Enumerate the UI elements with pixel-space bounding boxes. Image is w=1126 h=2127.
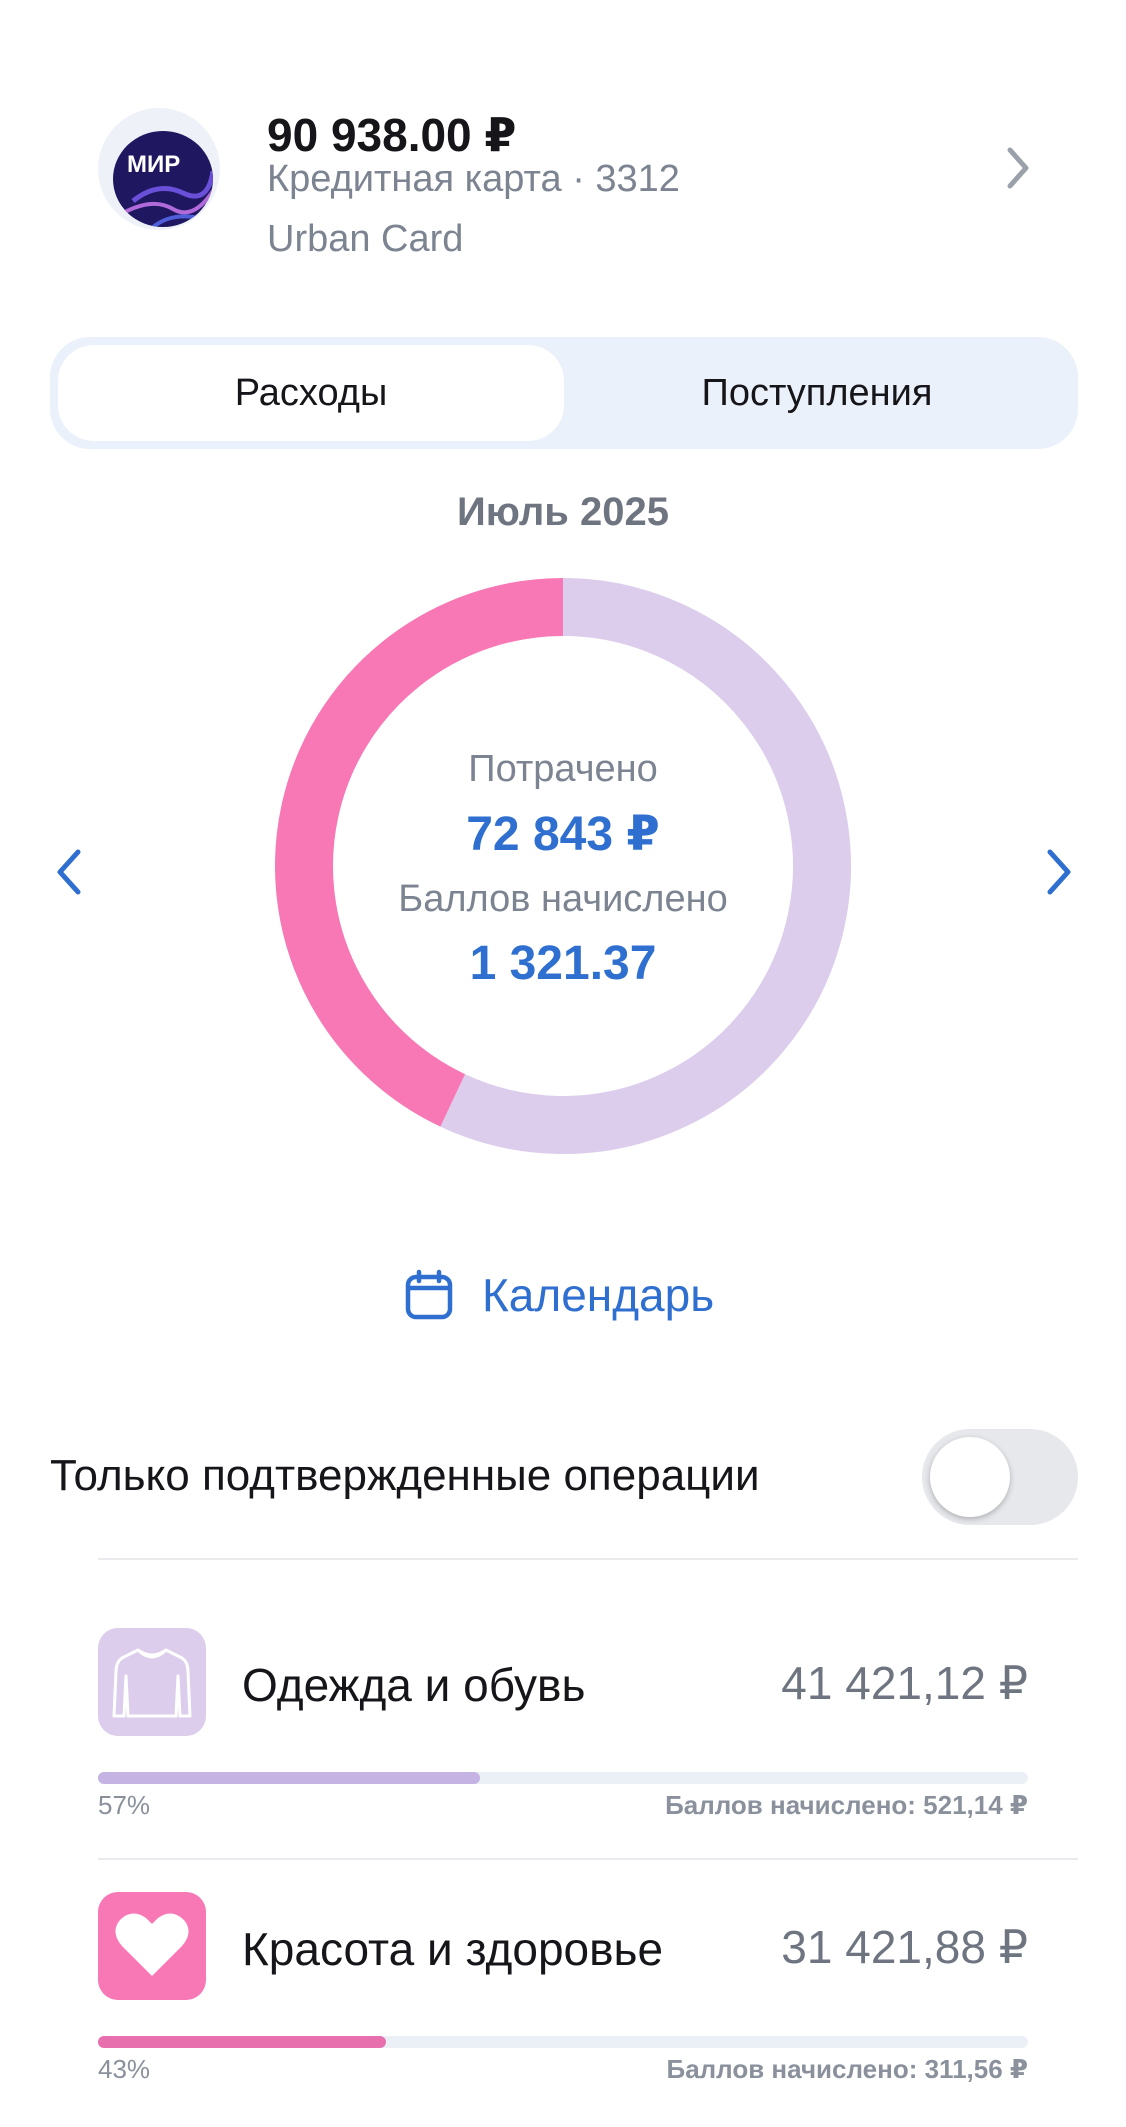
tab-bar: Расходы Поступления [50, 337, 1078, 449]
category-points: Баллов начислено: 311,56 ₽ [666, 2054, 1029, 2084]
category-progress-bar [98, 2036, 1028, 2048]
category-percent: 43% [98, 2054, 151, 2084]
category-progress-bar [98, 1772, 1028, 1784]
category-amount: 31 421,88 ₽ [781, 1921, 1028, 1973]
donut-summary: Потрачено 72 843 ₽ Баллов начислено 1 32… [275, 578, 851, 1154]
category-amount: 41 421,12 ₽ [781, 1657, 1028, 1709]
divider [98, 1558, 1078, 1560]
category-icon [98, 1628, 206, 1736]
prev-month-icon[interactable] [50, 842, 90, 902]
card-balance: 90 938.00 ₽ [267, 109, 517, 161]
category-name: Красота и здоровье [242, 1923, 664, 1975]
points-label: Баллов начислено [398, 878, 728, 920]
points-value: 1 321.37 [469, 937, 657, 990]
toggle-knob [930, 1437, 1010, 1517]
card-name: Urban Card [267, 218, 464, 260]
chevron-right-icon[interactable] [998, 138, 1038, 198]
confirmed-only-label: Только подтвержденные операции [50, 1451, 760, 1500]
card-type: Кредитная карта · 3312 [267, 158, 680, 200]
mir-logo: МИР [127, 151, 181, 178]
confirmed-only-toggle[interactable] [922, 1429, 1078, 1525]
category-name: Одежда и обувь [242, 1659, 586, 1711]
calendar-label: Календарь [482, 1269, 715, 1321]
tab-expenses[interactable]: Расходы [58, 345, 564, 441]
confirmed-only-row: Только подтвержденные операции [50, 1425, 1078, 1525]
category-percent: 57% [98, 1790, 151, 1820]
period-title: Июль 2025 [456, 490, 669, 534]
category-points: Баллов начислено: 521,14 ₽ [665, 1790, 1028, 1820]
category-item-beauty[interactable]: Красота и здоровье 31 421,88 ₽ 43% Балло… [98, 1892, 1028, 2092]
spent-label: Потрачено [468, 748, 658, 790]
category-progress-fill [98, 1772, 480, 1784]
category-item-clothing[interactable]: Одежда и обувь 41 421,12 ₽ 57% Баллов на… [98, 1628, 1028, 1828]
calendar-icon [405, 1269, 453, 1320]
calendar-button[interactable]: Календарь [402, 1265, 714, 1325]
card-logo: МИР [98, 108, 220, 230]
spent-value: 72 843 ₽ [466, 808, 660, 861]
category-progress-fill [98, 2036, 386, 2048]
next-month-icon[interactable] [1038, 842, 1078, 902]
sweater-icon [112, 1648, 192, 1718]
card-image: МИР [113, 131, 213, 227]
tab-income[interactable]: Поступления [564, 345, 1070, 441]
heart-icon [115, 1913, 189, 1976]
divider [98, 1858, 1078, 1860]
category-icon [98, 1892, 206, 2000]
card-header[interactable]: МИР 90 938.00 ₽ Кредитная карта · 3312 U… [98, 108, 1038, 268]
